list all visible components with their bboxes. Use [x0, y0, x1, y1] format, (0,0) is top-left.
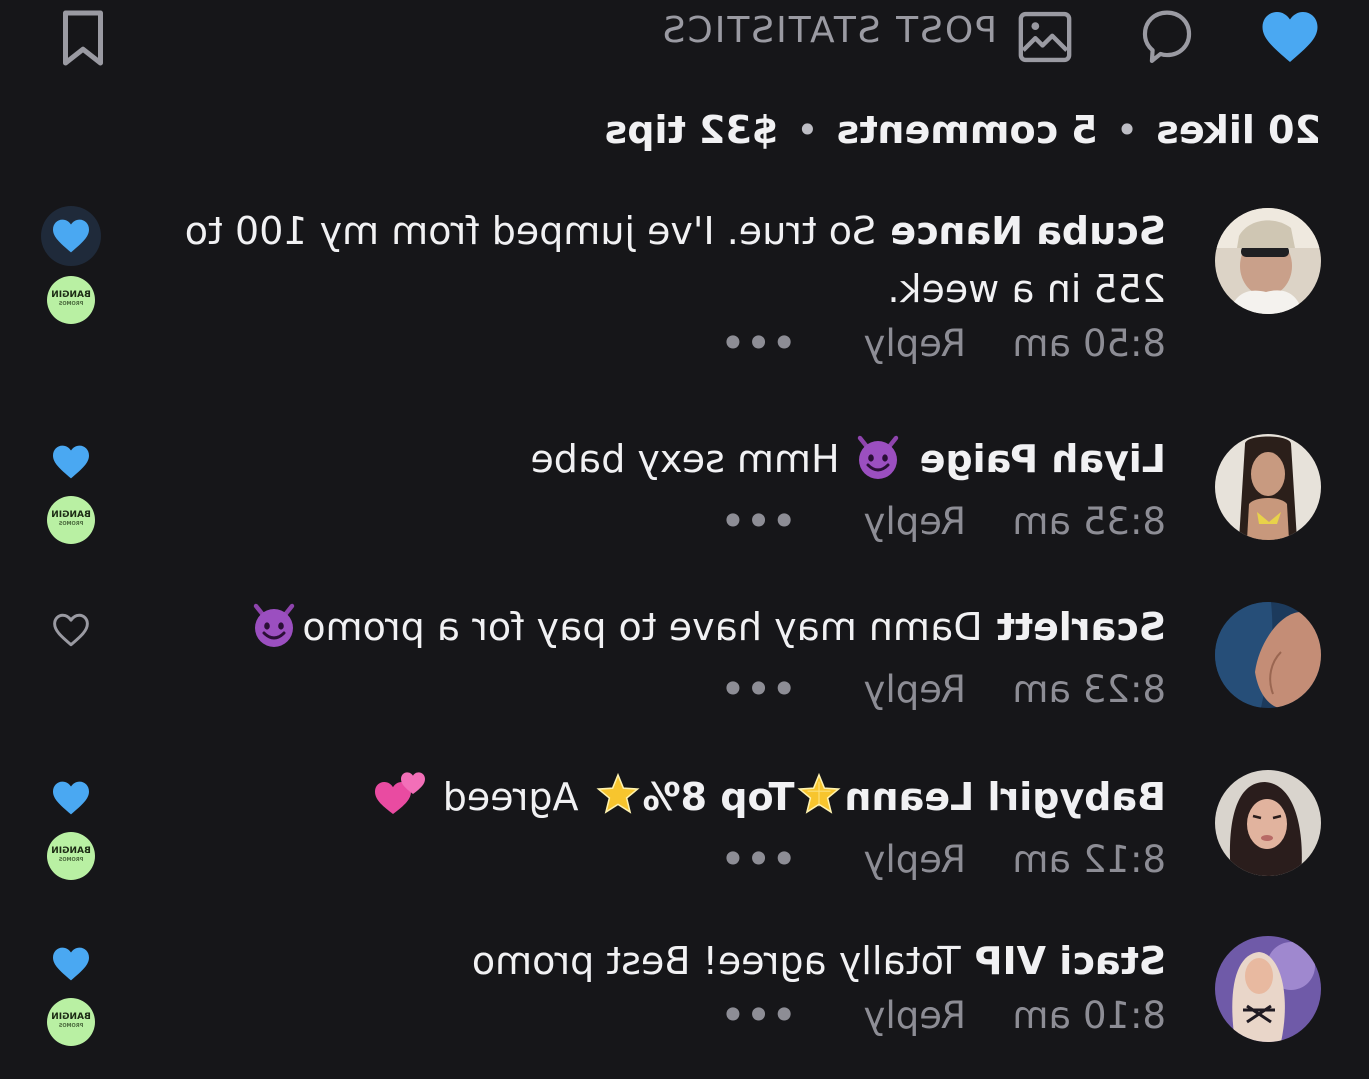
mirrored-view: POST STATISTICS 20 likes • 5 comments • $32 … — [0, 0, 1369, 1079]
avatar[interactable] — [1215, 770, 1321, 876]
comment-time: 8:10 am — [1012, 994, 1166, 1037]
two-hearts-emoji — [373, 766, 429, 834]
like-post-button[interactable] — [1259, 6, 1321, 68]
heart-filled-icon — [1262, 12, 1318, 62]
avatar[interactable] — [1215, 434, 1321, 540]
comment-bubble-icon — [1142, 10, 1192, 63]
reply-button[interactable]: Reply — [806, 668, 966, 711]
creator-liked-badge: BANGIN PROMOS — [47, 998, 95, 1046]
comment-time: 8:50 am — [1012, 322, 1166, 365]
comment-like-column: BANGIN PROMOS — [43, 438, 99, 544]
likes-count[interactable]: 20 likes — [1156, 108, 1321, 152]
top-percentile: Top 8% — [642, 775, 795, 819]
comment-username[interactable]: Scarlett — [997, 605, 1166, 649]
comment-text: Staci VIP Totally agree! Best promo — [166, 932, 1166, 990]
comment-username[interactable]: Scuba Nance — [890, 209, 1166, 253]
comment-message: Damn may have to pay for a promo — [302, 605, 983, 649]
heart-filled-icon — [53, 445, 89, 479]
separator: • — [1115, 108, 1139, 152]
comment-username[interactable]: Babygirl Leann — [844, 775, 1166, 819]
reply-button[interactable]: Reply — [806, 322, 966, 365]
comment-like-button[interactable] — [43, 774, 99, 822]
reply-button[interactable]: Reply — [806, 500, 966, 543]
comment-body: Scarlett Damn may have to pay for a promo… — [166, 598, 1166, 711]
creator-liked-badge: BANGIN PROMOS — [47, 496, 95, 544]
comment-time: 8:12 am — [1012, 838, 1166, 881]
bookmark-button[interactable] — [53, 6, 113, 70]
more-options-button[interactable]: ••• — [719, 994, 796, 1037]
heart-filled-icon — [53, 219, 89, 253]
glowing-star-emoji — [796, 772, 842, 834]
comment-like-button[interactable] — [43, 438, 99, 486]
comment-body: Liyah Paige Hmm sexy babe 8:35 am Reply … — [166, 430, 1166, 543]
comment-username[interactable]: Staci VIP — [975, 939, 1166, 983]
more-options-button[interactable]: ••• — [719, 500, 796, 543]
screenshot-stage: POST STATISTICS 20 likes • 5 comments • $32 … — [0, 0, 1369, 1079]
badge-sublabel: PROMOS — [58, 1023, 84, 1029]
comment-username[interactable]: Liyah Paige — [920, 437, 1166, 481]
heart-outline-icon — [53, 613, 89, 647]
post-statistics-link[interactable]: POST STATISTICS — [661, 10, 997, 51]
comment-meta: 8:50 am Reply ••• — [166, 322, 1166, 365]
badge-sublabel: PROMOS — [58, 521, 84, 527]
smiling-devil-emoji — [250, 602, 298, 664]
more-options-button[interactable]: ••• — [719, 838, 796, 881]
reply-button[interactable]: Reply — [806, 994, 966, 1037]
badge-label: BANGIN — [51, 1012, 91, 1022]
reply-button[interactable]: Reply — [806, 838, 966, 881]
comment-text: Scuba NanceSo true. I've jumped from my … — [166, 202, 1166, 318]
creator-liked-badge: BANGIN PROMOS — [47, 276, 95, 324]
comment-text: Babygirl Leann Top 8% Agreed — [166, 766, 1166, 834]
separator: • — [796, 108, 819, 152]
comment-message: Hmm sexy babe — [530, 437, 840, 481]
badge-sublabel: PROMOS — [58, 301, 84, 307]
avatar[interactable] — [1215, 602, 1321, 708]
comment-body: Staci VIP Totally agree! Best promo 8:10 … — [166, 932, 1166, 1037]
comment-text: Liyah Paige Hmm sexy babe — [166, 430, 1166, 496]
comment-like-button[interactable] — [41, 206, 101, 266]
comment-like-button[interactable] — [43, 606, 99, 654]
badge-label: BANGIN — [51, 846, 91, 856]
badge-label: BANGIN — [51, 290, 91, 300]
comment-like-column — [43, 606, 99, 654]
comment-message: Agreed — [442, 775, 579, 819]
more-options-button[interactable]: ••• — [719, 668, 796, 711]
glowing-star-emoji — [595, 772, 641, 834]
comment-meta: 8:12 am Reply ••• — [166, 838, 1166, 881]
comment-body: Babygirl Leann Top 8% Agreed 8:12 am Rep… — [166, 766, 1166, 881]
comment-like-column: BANGIN PROMOS — [43, 940, 99, 1046]
post-statistics-icon-button[interactable] — [1015, 8, 1075, 66]
more-options-button[interactable]: ••• — [719, 322, 796, 365]
comment-time: 8:23 am — [1012, 668, 1166, 711]
comment-time: 8:35 am — [1012, 500, 1166, 543]
comment-meta: 8:10 am Reply ••• — [166, 994, 1166, 1037]
heart-filled-icon — [53, 781, 89, 815]
comment-meta: 8:35 am Reply ••• — [166, 500, 1166, 543]
comment-like-column: BANGIN PROMOS — [43, 774, 99, 880]
comment-like-button[interactable] — [43, 940, 99, 988]
image-chart-icon — [1018, 11, 1072, 63]
comment-meta: 8:23 am Reply ••• — [166, 668, 1166, 711]
comment-like-column: BANGIN PROMOS — [41, 206, 101, 324]
comment-button[interactable] — [1137, 6, 1197, 68]
creator-liked-badge: BANGIN PROMOS — [47, 832, 95, 880]
avatar[interactable] — [1215, 936, 1321, 1042]
smiling-devil-emoji — [854, 434, 902, 496]
comment-message: Totally agree! Best promo — [471, 939, 961, 983]
badge-sublabel: PROMOS — [58, 857, 84, 863]
badge-label: BANGIN — [51, 510, 91, 520]
tips-total[interactable]: $32 tips — [605, 108, 779, 152]
bookmark-icon — [63, 10, 103, 66]
heart-filled-icon — [53, 947, 89, 981]
avatar[interactable] — [1215, 208, 1321, 314]
comment-body: Scuba NanceSo true. I've jumped from my … — [166, 202, 1166, 365]
comments-count[interactable]: 5 comments — [837, 108, 1098, 152]
post-summary: 20 likes • 5 comments • $32 tips — [605, 108, 1321, 152]
comment-text: Scarlett Damn may have to pay for a promo — [166, 598, 1166, 664]
